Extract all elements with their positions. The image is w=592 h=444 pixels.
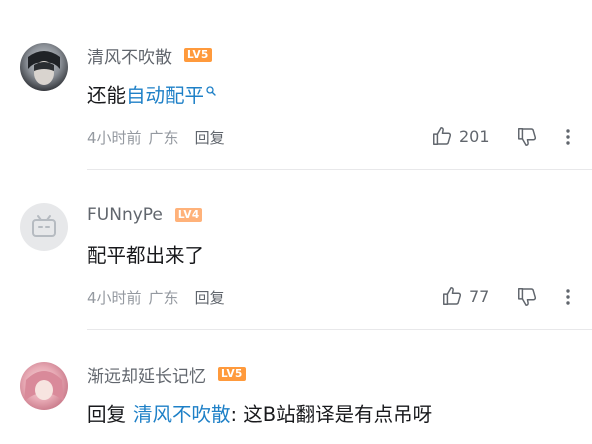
like-count: 77 — [469, 286, 490, 306]
thumbs-up-icon[interactable] — [441, 285, 463, 307]
username-row: 渐远却延长记忆 LV5 — [87, 362, 246, 387]
level-badge: LV5 — [184, 48, 212, 62]
username-row: FUNnyPe LV4 — [87, 204, 203, 226]
comment-text-plain: 还能 — [87, 84, 127, 107]
timestamp: 4小时前 — [87, 129, 142, 147]
more-vertical-icon[interactable] — [562, 127, 574, 147]
reply-button[interactable]: 回复 — [195, 127, 225, 148]
comment-meta: 4小时前 广东 回复 — [87, 287, 225, 308]
level-badge: LV5 — [218, 367, 246, 381]
more-vertical-icon[interactable] — [562, 287, 574, 307]
comment-text-plain: : 这B站翻译是有点吊呀 — [230, 403, 433, 426]
avatar[interactable] — [20, 203, 68, 251]
username-row: 清风不吹散 LV5 — [87, 43, 212, 68]
timestamp: 4小时前 — [87, 289, 142, 307]
thumbs-up-icon[interactable] — [431, 125, 453, 147]
like-count: 201 — [459, 126, 490, 146]
username[interactable]: FUNnyPe — [87, 205, 163, 225]
thumbs-down-icon[interactable] — [516, 126, 538, 148]
default-avatar-icon — [32, 215, 56, 237]
comment-actions: 77 — [441, 285, 489, 307]
search-keyword-link[interactable]: 自动配平 — [126, 79, 204, 108]
username[interactable]: 清风不吹散 — [87, 43, 172, 68]
comment-meta: 4小时前 广东 回复 — [87, 127, 225, 148]
avatar-image — [28, 51, 60, 85]
avatar-image — [24, 371, 64, 402]
comment-text: 回复 清风不吹散 : 这B站翻译是有点吊呀 — [87, 398, 432, 427]
reply-button[interactable]: 回复 — [195, 287, 225, 308]
reply-to-user-link[interactable]: 清风不吹散 — [133, 398, 231, 427]
level-badge: LV4 — [174, 208, 203, 222]
avatar[interactable] — [20, 362, 68, 410]
comment-item: 渐远却延长记忆 LV5 回复 清风不吹散 : 这B站翻译是有点吊呀 — [0, 330, 592, 444]
reply-prefix: 回复 — [87, 403, 127, 426]
comment-text: 配平都出来了 — [87, 239, 204, 268]
location: 广东 — [148, 289, 179, 307]
comment-item: FUNnyPe LV4 配平都出来了 4小时前 广东 回复 77 — [0, 170, 592, 330]
comment-item: 清风不吹散 LV5 还能 自动配平 4小时前 广东 回复 201 — [0, 0, 592, 170]
search-icon[interactable] — [206, 85, 216, 96]
comment-text-plain: 配平都出来了 — [87, 244, 205, 267]
comment-actions: 201 — [431, 125, 490, 147]
avatar[interactable] — [20, 43, 68, 91]
thumbs-down-icon[interactable] — [516, 286, 538, 308]
location: 广东 — [148, 129, 179, 147]
username[interactable]: 渐远却延长记忆 — [87, 362, 206, 387]
comment-text: 还能 自动配平 — [87, 79, 216, 108]
